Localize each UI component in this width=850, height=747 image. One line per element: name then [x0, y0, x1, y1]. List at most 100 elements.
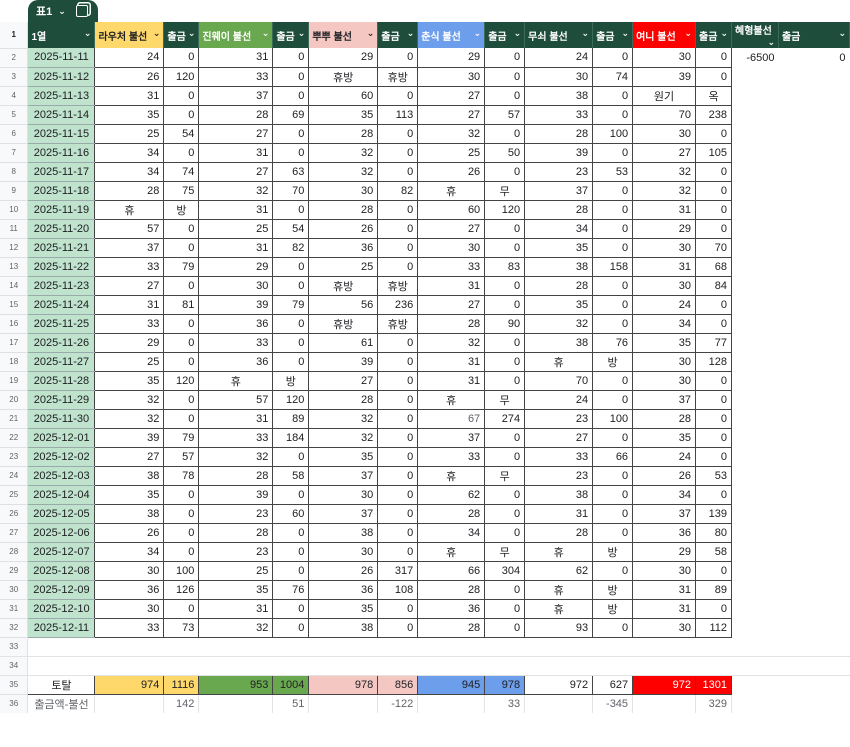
data-cell[interactable]: 0	[377, 447, 419, 467]
data-cell[interactable]: 304	[484, 561, 526, 581]
data-cell[interactable]: 0	[163, 86, 200, 106]
data-cell[interactable]: 23	[198, 504, 274, 524]
data-cell[interactable]: 0	[377, 485, 419, 505]
data-cell[interactable]: 0	[484, 371, 526, 391]
data-cell[interactable]: 27	[632, 143, 697, 163]
empty-cell[interactable]	[732, 200, 779, 219]
data-cell[interactable]: 70	[632, 105, 697, 125]
data-cell[interactable]: 25	[94, 124, 165, 144]
empty-cell[interactable]	[272, 656, 309, 676]
data-cell[interactable]: 70	[695, 238, 732, 258]
data-cell[interactable]: 60	[308, 86, 379, 106]
empty-cell[interactable]	[732, 694, 779, 713]
row-header[interactable]: 4	[0, 86, 29, 106]
data-cell[interactable]: 0	[163, 599, 200, 619]
data-cell[interactable]: 0	[377, 219, 419, 239]
empty-cell[interactable]	[377, 637, 418, 657]
row-header[interactable]: 18	[0, 352, 29, 372]
data-cell[interactable]: 120	[163, 67, 200, 87]
row-header[interactable]: 14	[0, 276, 29, 296]
data-cell[interactable]: 31	[417, 352, 486, 372]
data-cell[interactable]: 35	[94, 105, 165, 125]
data-cell[interactable]: 0	[272, 447, 310, 467]
data-cell[interactable]: 0	[778, 48, 849, 67]
data-cell[interactable]: 0	[484, 428, 526, 448]
data-cell[interactable]: 0	[163, 523, 200, 543]
date-cell[interactable]: 2025-11-23	[27, 276, 96, 296]
data-cell[interactable]: 0	[163, 143, 200, 163]
row-header[interactable]: 3	[0, 67, 29, 87]
data-cell[interactable]: 76	[272, 580, 310, 600]
data-cell[interactable]: 36	[198, 352, 274, 372]
data-cell[interactable]: 0	[272, 485, 310, 505]
data-cell[interactable]: 31	[632, 580, 697, 600]
empty-cell[interactable]	[732, 409, 779, 428]
data-cell[interactable]: 38	[308, 523, 379, 543]
column-header[interactable]: 뿌뿌 불선 ⌄	[308, 22, 379, 48]
empty-cell[interactable]	[198, 637, 273, 657]
data-cell[interactable]: 휴방	[308, 276, 379, 296]
column-header[interactable]: 혜형불선 ⌄	[731, 22, 779, 48]
data-cell[interactable]: 32	[417, 333, 486, 353]
date-cell[interactable]: 2025-12-01	[27, 428, 96, 448]
data-cell[interactable]: 37	[198, 86, 274, 106]
empty-cell[interactable]	[484, 656, 525, 676]
data-cell[interactable]: 31	[417, 371, 486, 391]
data-cell[interactable]: 24	[524, 390, 594, 410]
data-cell[interactable]: 53	[695, 466, 732, 486]
data-cell[interactable]: 100	[163, 561, 200, 581]
data-cell[interactable]: 0	[377, 257, 419, 277]
row-header[interactable]: 27	[0, 523, 29, 543]
data-cell[interactable]: 0	[695, 371, 732, 391]
difference-cell[interactable]	[417, 694, 486, 713]
data-cell[interactable]: 34	[94, 542, 165, 562]
data-cell[interactable]: 120	[163, 371, 200, 391]
data-cell[interactable]: 0	[484, 599, 526, 619]
data-cell[interactable]: 0	[484, 276, 526, 296]
row-header[interactable]: 22	[0, 428, 29, 448]
row-header[interactable]: 24	[0, 466, 29, 486]
data-cell[interactable]: 35	[308, 599, 379, 619]
data-cell[interactable]: 0	[484, 238, 526, 258]
row-header[interactable]: 19	[0, 371, 29, 391]
row-header[interactable]: 8	[0, 162, 29, 182]
data-cell[interactable]: 39	[94, 428, 165, 448]
date-cell[interactable]: 2025-12-11	[27, 618, 96, 638]
empty-cell[interactable]	[732, 181, 779, 200]
chevron-down-icon[interactable]: ⌄	[474, 28, 482, 39]
data-cell[interactable]: 39	[524, 143, 594, 163]
row-header[interactable]: 1	[0, 22, 29, 49]
data-cell[interactable]: 30	[632, 48, 697, 68]
data-cell[interactable]: 27	[524, 428, 594, 448]
difference-cell[interactable]: -345	[592, 694, 634, 713]
total-cell[interactable]: 972	[524, 674, 594, 695]
chevron-down-icon[interactable]: ⌄	[58, 6, 66, 17]
data-cell[interactable]: 0	[592, 181, 634, 201]
data-cell[interactable]: 0	[592, 219, 634, 239]
empty-cell[interactable]	[778, 466, 849, 485]
data-cell[interactable]: 0	[695, 181, 732, 201]
data-cell[interactable]: 0	[272, 618, 310, 638]
empty-cell[interactable]	[484, 637, 525, 657]
data-cell[interactable]: 0	[484, 86, 526, 106]
empty-cell[interactable]	[695, 637, 732, 657]
total-cell[interactable]: 945	[417, 674, 486, 695]
empty-cell[interactable]	[732, 504, 779, 523]
empty-cell[interactable]	[732, 276, 779, 295]
data-cell[interactable]: 34	[524, 219, 594, 239]
data-cell[interactable]: 0	[377, 143, 419, 163]
data-cell[interactable]: 휴방	[308, 314, 379, 334]
data-cell[interactable]: 무	[484, 390, 526, 410]
data-cell[interactable]: 30	[632, 561, 697, 581]
data-cell[interactable]: 35	[308, 447, 379, 467]
row-header[interactable]: 5	[0, 105, 29, 125]
data-cell[interactable]: 37	[524, 181, 594, 201]
empty-cell[interactable]	[778, 86, 849, 105]
empty-cell[interactable]	[27, 637, 95, 657]
data-cell[interactable]: 56	[308, 295, 379, 315]
data-cell[interactable]: 67	[417, 409, 486, 429]
data-cell[interactable]: 28	[524, 124, 594, 144]
data-cell[interactable]: 28	[524, 276, 594, 296]
data-cell[interactable]: 0	[592, 561, 634, 581]
row-header[interactable]: 17	[0, 333, 29, 353]
